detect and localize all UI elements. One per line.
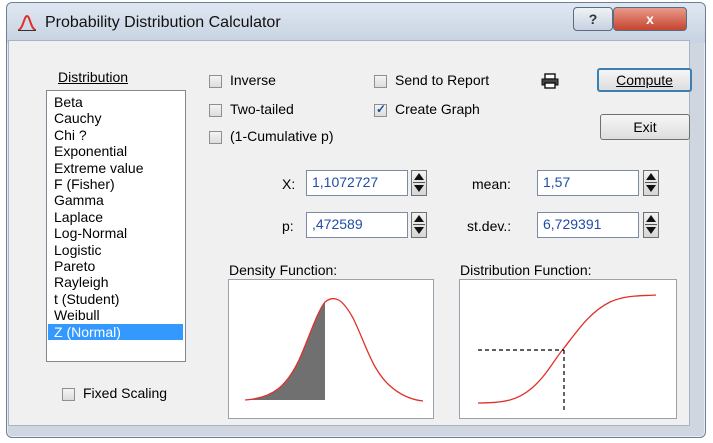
stdev-label: st.dev.: xyxy=(467,218,512,234)
compute-button[interactable]: Compute xyxy=(597,68,692,92)
fixed-scaling-label: Fixed Scaling xyxy=(83,385,168,401)
distribution-function-graph xyxy=(459,279,677,419)
p-input[interactable]: ,472589 xyxy=(306,212,408,238)
window-title: Probability Distribution Calculator xyxy=(45,14,281,31)
bell-curve-icon xyxy=(17,14,37,31)
distribution-list-item[interactable]: Rayleigh xyxy=(51,274,183,290)
stdev-spinner[interactable] xyxy=(643,212,659,238)
stdev-input[interactable]: 6,729391 xyxy=(537,212,639,238)
create-graph-checkbox[interactable] xyxy=(374,102,387,117)
distribution-list-item[interactable]: Exponential xyxy=(51,143,183,159)
close-icon: x xyxy=(646,11,654,27)
distribution-list-item[interactable]: Extreme value xyxy=(51,160,183,176)
one-minus-cumulative-checkbox[interactable] xyxy=(209,131,222,144)
density-curve-plot xyxy=(244,297,424,402)
one-minus-cumulative-label: (1-Cumulative p) xyxy=(230,128,334,144)
x-input[interactable]: 1,1072727 xyxy=(306,170,408,196)
mean-label: mean: xyxy=(472,176,511,192)
two-tailed-checkbox[interactable] xyxy=(209,104,222,117)
distribution-list-item[interactable]: Gamma xyxy=(51,192,183,208)
create-graph-label: Create Graph xyxy=(395,101,480,117)
fixed-scaling-checkbox[interactable] xyxy=(62,388,75,401)
distribution-list-item[interactable]: Pareto xyxy=(51,258,183,274)
density-function-label: Density Function: xyxy=(229,262,338,278)
p-spinner[interactable] xyxy=(411,212,427,238)
distribution-list-item[interactable]: Weibull xyxy=(51,307,183,323)
distribution-curve xyxy=(477,294,657,404)
help-icon: ? xyxy=(588,11,598,27)
distribution-curve-plot xyxy=(477,294,657,410)
inverse-label: Inverse xyxy=(230,72,276,88)
mean-spinner[interactable] xyxy=(643,170,659,196)
distribution-list-item[interactable]: Z (Normal) xyxy=(48,323,183,340)
p-label: p: xyxy=(282,218,294,234)
x-spinner[interactable] xyxy=(411,170,427,196)
two-tailed-label: Two-tailed xyxy=(230,101,294,117)
close-button[interactable]: x xyxy=(613,7,687,31)
send-to-report-label: Send to Report xyxy=(395,72,490,88)
printer-icon[interactable] xyxy=(541,73,559,89)
send-to-report-checkbox[interactable] xyxy=(374,75,387,88)
distribution-list-item[interactable]: Cauchy xyxy=(51,110,183,126)
distribution-list-item[interactable]: Beta xyxy=(51,94,183,110)
distribution-list-item[interactable]: t (Student) xyxy=(51,291,183,307)
mean-input[interactable]: 1,57 xyxy=(537,170,639,196)
density-shaded-area xyxy=(245,302,325,400)
distribution-list[interactable]: Beta Cauchy Chi ? Exponential Extreme value F… xyxy=(46,90,186,362)
distribution-function-label: Distribution Function: xyxy=(460,262,592,278)
density-curve xyxy=(244,297,424,402)
help-button[interactable]: ? xyxy=(573,7,613,31)
title-bar[interactable]: Probability Distribution Calculator ? x xyxy=(7,3,705,43)
distribution-list-item[interactable]: Laplace xyxy=(51,209,183,225)
distribution-list-item[interactable]: Logistic xyxy=(51,242,183,258)
x-label: X: xyxy=(282,176,296,192)
distribution-list-item[interactable]: Log-Normal xyxy=(51,225,183,241)
distribution-label: Distribution xyxy=(58,69,129,85)
distribution-list-item[interactable]: F (Fisher) xyxy=(51,176,183,192)
distribution-list-item[interactable]: Chi ? xyxy=(51,127,183,143)
inverse-checkbox[interactable] xyxy=(209,75,222,88)
density-function-graph xyxy=(228,279,434,419)
exit-button[interactable]: Exit xyxy=(600,114,690,140)
